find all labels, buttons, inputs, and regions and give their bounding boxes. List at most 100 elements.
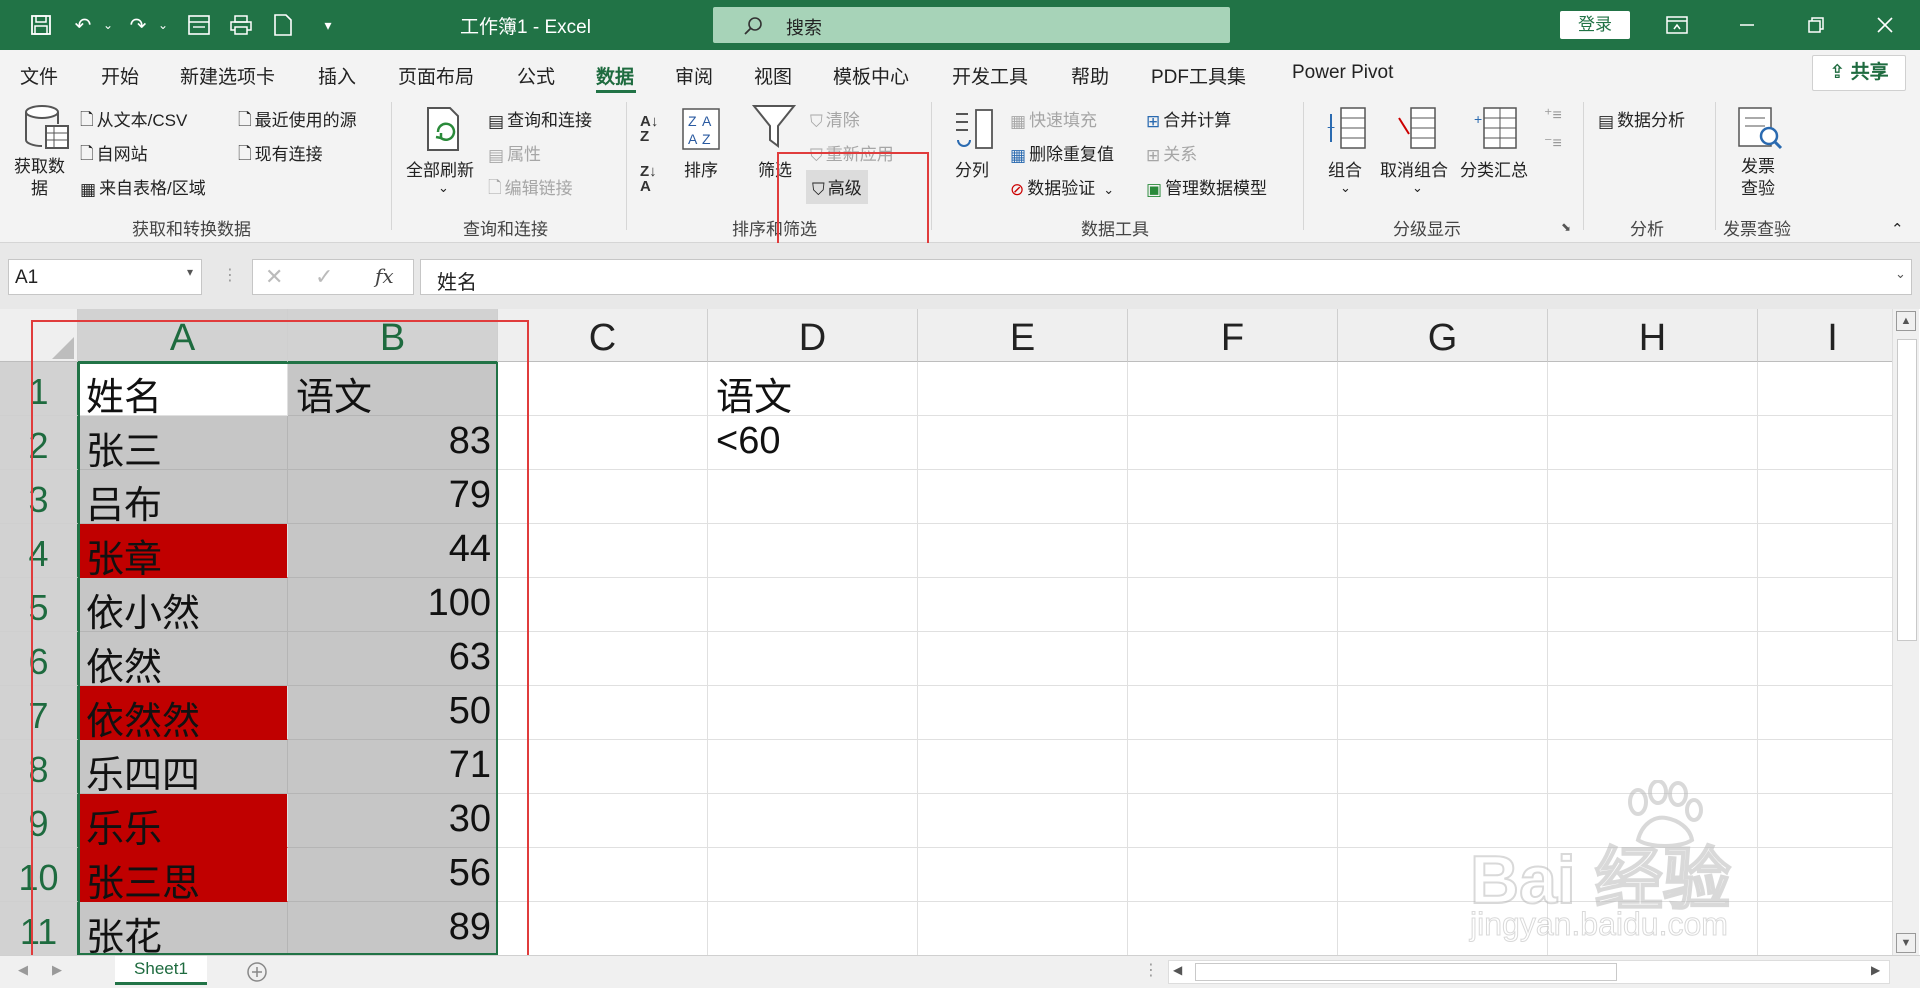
tab-file[interactable]: 文件 — [20, 62, 58, 89]
cell-d6[interactable] — [708, 632, 918, 686]
cell-d10[interactable] — [708, 848, 918, 902]
cell-c4[interactable] — [498, 524, 708, 578]
undo-dropdown-icon[interactable]: ⌄ — [95, 12, 121, 38]
expand-formula-icon[interactable]: ⌄ — [1895, 266, 1906, 282]
cell-g3[interactable] — [1338, 470, 1548, 524]
scroll-left-icon[interactable]: ◀ — [1173, 963, 1182, 977]
undo-icon[interactable]: ↶ — [70, 12, 96, 38]
cell-e10[interactable] — [918, 848, 1128, 902]
properties-button[interactable]: ▤ 属性 — [488, 140, 541, 166]
tab-home[interactable]: 开始 — [101, 62, 139, 89]
cell-d1[interactable]: 语文 — [708, 362, 918, 416]
show-hide-detail-icons[interactable]: ⁺≡ ⁻≡ — [1544, 102, 1562, 158]
cell-i3[interactable] — [1758, 470, 1908, 524]
tab-data[interactable]: 数据 — [596, 62, 634, 89]
edit-links-button[interactable]: 🗋 编辑链接 — [488, 174, 573, 204]
vertical-scrollbar[interactable]: ▲ ▼ — [1892, 309, 1919, 955]
formula-input[interactable]: 姓名 ⌄ — [420, 259, 1912, 295]
form-icon[interactable] — [186, 12, 212, 38]
cell-i1[interactable] — [1758, 362, 1908, 416]
column-header-d[interactable]: D — [708, 309, 918, 362]
vertical-scroll-thumb[interactable] — [1897, 339, 1917, 641]
queries-connections-button[interactable]: ▤ 查询和连接 — [488, 106, 592, 132]
tab-power-pivot[interactable]: Power Pivot — [1292, 62, 1393, 84]
prev-sheet-icon[interactable]: ◀ — [18, 962, 28, 978]
column-header-i[interactable]: I — [1758, 309, 1908, 362]
cell-f4[interactable] — [1128, 524, 1338, 578]
subtotal-button[interactable]: 分类汇总 — [1460, 156, 1528, 181]
column-header-g[interactable]: G — [1338, 309, 1548, 362]
ribbon-display-options-icon[interactable] — [1664, 12, 1690, 38]
cell-c8[interactable] — [498, 740, 708, 794]
relationships-button[interactable]: ⊞ 关系 — [1146, 140, 1197, 166]
invoice-check-button[interactable]: 发票 查验 — [1741, 156, 1775, 200]
from-web-button[interactable]: 🗋 自网站 — [80, 140, 148, 170]
add-sheet-icon[interactable] — [246, 961, 268, 983]
cell-g5[interactable] — [1338, 578, 1548, 632]
tab-page-layout[interactable]: 页面布局 — [398, 62, 474, 89]
cell-c3[interactable] — [498, 470, 708, 524]
cell-d9[interactable] — [708, 794, 918, 848]
document-icon[interactable] — [270, 12, 296, 38]
print-preview-icon[interactable] — [228, 12, 254, 38]
get-data-button[interactable]: 获取数 据 — [14, 156, 65, 200]
login-button[interactable]: 登录 — [1560, 11, 1630, 39]
redo-dropdown-icon[interactable]: ⌄ — [150, 12, 176, 38]
cell-g7[interactable] — [1338, 686, 1548, 740]
cell-d2[interactable]: <60 — [708, 416, 918, 470]
cell-h2[interactable] — [1548, 416, 1758, 470]
tab-new[interactable]: 新建选项卡 — [180, 62, 275, 89]
sort-button[interactable]: 排序 — [684, 156, 718, 181]
scroll-right-icon[interactable]: ▶ — [1871, 963, 1880, 977]
sheet-tab[interactable]: Sheet1 — [115, 956, 207, 985]
cell-g4[interactable] — [1338, 524, 1548, 578]
save-icon[interactable] — [28, 12, 54, 38]
cell-c1[interactable] — [498, 362, 708, 416]
data-analysis-button[interactable]: ▤ 数据分析 — [1598, 106, 1685, 132]
cell-h5[interactable] — [1548, 578, 1758, 632]
search-box[interactable]: 搜索 — [713, 7, 1230, 43]
cancel-icon[interactable]: ✕ — [265, 264, 283, 290]
collapse-ribbon-icon[interactable]: ⌃ — [1891, 220, 1904, 238]
cell-e11[interactable] — [918, 902, 1128, 956]
column-header-h[interactable]: H — [1548, 309, 1758, 362]
cell-d11[interactable] — [708, 902, 918, 956]
tab-pdf-tools[interactable]: PDF工具集 — [1151, 62, 1246, 89]
cell-i6[interactable] — [1758, 632, 1908, 686]
cell-i2[interactable] — [1758, 416, 1908, 470]
horizontal-scroll-thumb[interactable] — [1195, 963, 1617, 981]
ungroup-button[interactable]: 取消组合 — [1380, 156, 1448, 181]
existing-connections-button[interactable]: 🗋 现有连接 — [238, 140, 323, 170]
validation-dropdown-icon[interactable]: ⌄ — [1103, 182, 1114, 197]
tab-developer[interactable]: 开发工具 — [952, 62, 1028, 89]
restore-icon[interactable] — [1803, 12, 1829, 38]
cell-f2[interactable] — [1128, 416, 1338, 470]
cell-e9[interactable] — [918, 794, 1128, 848]
text-to-columns-button[interactable]: 分列 — [955, 156, 989, 181]
cell-d4[interactable] — [708, 524, 918, 578]
column-header-f[interactable]: F — [1128, 309, 1338, 362]
close-icon[interactable] — [1872, 12, 1898, 38]
data-validation-button[interactable]: ⊘ 数据验证 ⌄ — [1010, 174, 1114, 200]
tab-template-center[interactable]: 模板中心 — [833, 62, 909, 89]
cell-f11[interactable] — [1128, 902, 1338, 956]
cell-d8[interactable] — [708, 740, 918, 794]
cell-h7[interactable] — [1548, 686, 1758, 740]
column-header-c[interactable]: C — [498, 309, 708, 362]
cell-f9[interactable] — [1128, 794, 1338, 848]
manage-data-model-button[interactable]: ▣ 管理数据模型 — [1146, 174, 1267, 200]
cell-i4[interactable] — [1758, 524, 1908, 578]
next-sheet-icon[interactable]: ▶ — [52, 962, 62, 978]
cell-c7[interactable] — [498, 686, 708, 740]
cell-f6[interactable] — [1128, 632, 1338, 686]
cell-g1[interactable] — [1338, 362, 1548, 416]
cell-f7[interactable] — [1128, 686, 1338, 740]
cell-c9[interactable] — [498, 794, 708, 848]
cell-c2[interactable] — [498, 416, 708, 470]
cell-f1[interactable] — [1128, 362, 1338, 416]
redo-icon[interactable]: ↷ — [125, 12, 151, 38]
refresh-all-button[interactable]: 全部刷新 — [406, 156, 474, 181]
recent-sources-button[interactable]: 🗋 最近使用的源 — [238, 106, 357, 136]
horizontal-scrollbar[interactable]: ◀ ▶ — [1168, 960, 1890, 984]
from-table-button[interactable]: ▦ 来自表格/区域 — [80, 174, 206, 200]
